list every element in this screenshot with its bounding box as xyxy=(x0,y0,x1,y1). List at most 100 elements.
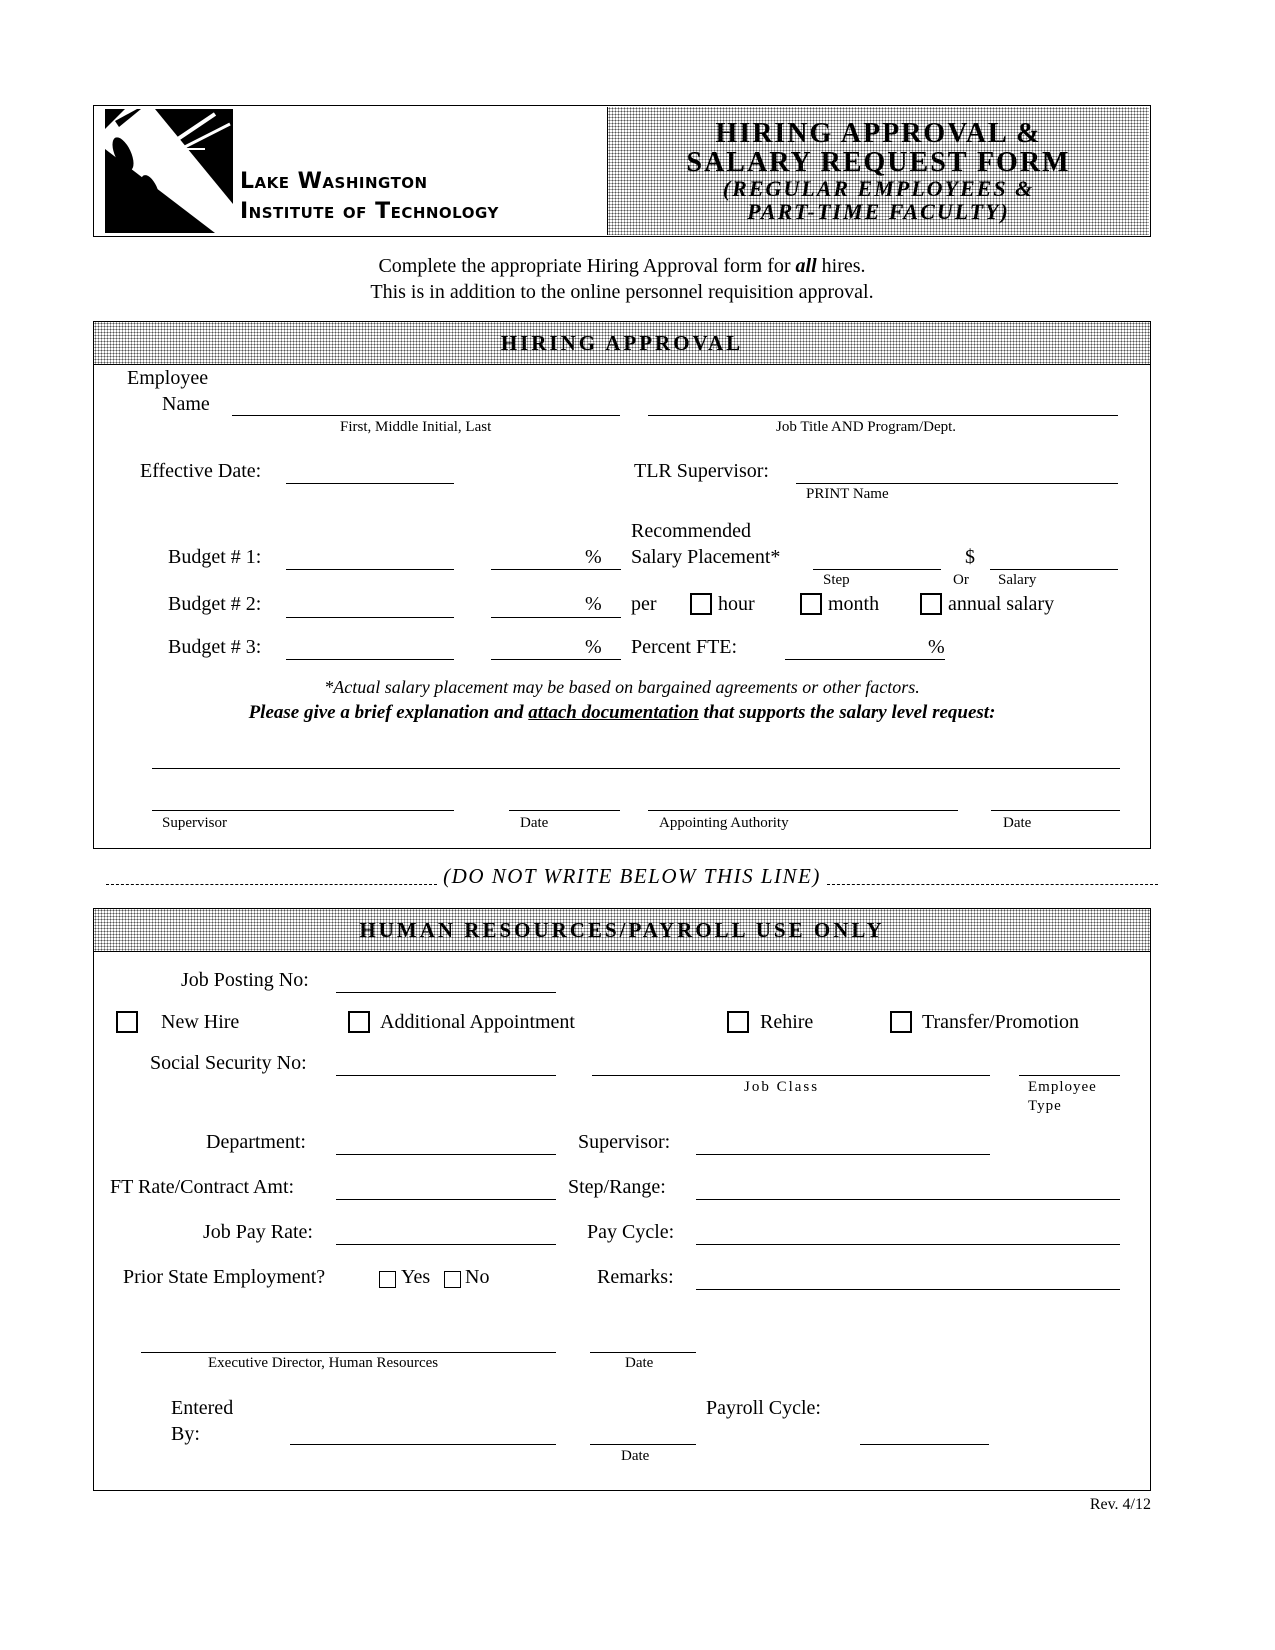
appointing-authority-field[interactable] xyxy=(648,810,958,811)
exec-director-signature-field[interactable] xyxy=(141,1352,556,1353)
form-title-line2: SALARY REQUEST FORM xyxy=(686,146,1071,178)
hiring-approval-header: HIRING APPROVAL xyxy=(93,321,1151,365)
intro-line1: Complete the appropriate Hiring Approval… xyxy=(93,253,1151,279)
step-range-field[interactable] xyxy=(696,1199,1120,1200)
effective-date-field[interactable] xyxy=(286,483,454,484)
logo-text: Lake Washington Institute of Technology xyxy=(240,167,499,227)
hr-title: HUMAN RESOURCES/PAYROLL USE ONLY xyxy=(359,917,885,942)
intro-line1-post: hires. xyxy=(816,255,866,277)
hour-checkbox[interactable] xyxy=(690,593,712,615)
budget1-percent-field[interactable] xyxy=(491,569,621,570)
form-title-panel: HIRING APPROVAL & SALARY REQUEST FORM (R… xyxy=(608,107,1149,235)
prior-state-no-label: No xyxy=(465,1266,490,1288)
payroll-cycle-field[interactable] xyxy=(860,1444,989,1445)
rehire-checkbox[interactable] xyxy=(727,1011,749,1033)
explanation-pre: Please give a brief explanation and xyxy=(248,702,529,723)
step-field[interactable] xyxy=(813,569,941,570)
prior-state-yes-label: Yes xyxy=(401,1266,431,1288)
job-class-field[interactable] xyxy=(592,1075,990,1076)
employee-name-label-2: Name xyxy=(162,393,210,415)
job-title-field[interactable] xyxy=(648,415,1118,416)
per-label: per xyxy=(631,593,657,615)
logo-line1: Lake Washington xyxy=(240,169,428,194)
budget3-percent-field[interactable] xyxy=(491,659,621,660)
supervisor-date-field[interactable] xyxy=(509,810,620,811)
ft-rate-field[interactable] xyxy=(336,1199,556,1200)
department-field[interactable] xyxy=(336,1154,556,1155)
rehire-label: Rehire xyxy=(760,1011,814,1033)
prior-state-no-checkbox[interactable] xyxy=(444,1271,461,1288)
budget2-percent-field[interactable] xyxy=(491,617,621,618)
job-pay-rate-field[interactable] xyxy=(336,1244,556,1245)
supervisor-signature-caption: Supervisor xyxy=(162,815,227,831)
print-name-caption: PRINT Name xyxy=(806,486,889,502)
prior-state-yes-checkbox[interactable] xyxy=(379,1271,396,1288)
month-checkbox[interactable] xyxy=(800,593,822,615)
tlr-supervisor-field[interactable] xyxy=(796,483,1118,484)
step-caption: Step xyxy=(823,572,850,588)
job-posting-field[interactable] xyxy=(336,992,556,993)
authority-date-field[interactable] xyxy=(991,810,1120,811)
employee-name-field[interactable] xyxy=(232,415,620,416)
employee-type-field[interactable] xyxy=(1019,1075,1120,1076)
explanation-field[interactable] xyxy=(152,768,1120,769)
step-range-label: Step/Range: xyxy=(568,1176,666,1198)
intro-line1-emphasis: all xyxy=(795,255,817,277)
supervisor-date-caption: Date xyxy=(520,815,549,831)
additional-appointment-checkbox[interactable] xyxy=(348,1011,370,1033)
salary-note: *Actual salary placement may be based on… xyxy=(324,677,920,697)
entered-by-field[interactable] xyxy=(290,1444,556,1445)
budget2-field[interactable] xyxy=(286,617,454,618)
remarks-field[interactable] xyxy=(696,1289,1120,1290)
supervisor-field[interactable] xyxy=(696,1154,990,1155)
budget3-field[interactable] xyxy=(286,659,454,660)
annual-salary-checkbox[interactable] xyxy=(920,593,942,615)
supervisor-signature-field[interactable] xyxy=(152,810,454,811)
intro-text: Complete the appropriate Hiring Approval… xyxy=(93,253,1151,305)
transfer-promotion-checkbox[interactable] xyxy=(890,1011,912,1033)
payroll-cycle-label: Payroll Cycle: xyxy=(706,1397,821,1419)
percent-fte-label: Percent FTE: xyxy=(631,636,738,658)
budget2-label: Budget # 2: xyxy=(168,593,262,615)
exec-director-caption: Executive Director, Human Resources xyxy=(208,1355,439,1371)
budget3-percent-sign: % xyxy=(585,636,602,658)
explanation-prompt: Please give a brief explanation and atta… xyxy=(93,702,1151,724)
dollar-sign: $ xyxy=(965,546,975,568)
employee-name-caption: First, Middle Initial, Last xyxy=(340,419,492,435)
form-subtitle-line1: (REGULAR EMPLOYEES & xyxy=(722,176,1035,202)
exec-director-date-field[interactable] xyxy=(590,1352,696,1353)
tlr-supervisor-label: TLR Supervisor: xyxy=(634,460,769,482)
pay-cycle-field[interactable] xyxy=(696,1244,1120,1245)
budget1-label: Budget # 1: xyxy=(168,546,262,568)
employee-type-caption-1: Employee xyxy=(1028,1079,1097,1095)
department-label: Department: xyxy=(206,1131,306,1153)
entered-date-caption: Date xyxy=(621,1448,650,1464)
percent-fte-field[interactable] xyxy=(785,659,945,660)
hiring-approval-section xyxy=(93,321,1151,849)
budget1-percent-sign: % xyxy=(585,546,602,568)
revision-label: Rev. 4/12 xyxy=(1089,1496,1151,1513)
or-caption: Or xyxy=(953,572,969,588)
authority-date-caption: Date xyxy=(1003,815,1032,831)
employee-type-caption-2: Type xyxy=(1028,1098,1062,1114)
ft-rate-label: FT Rate/Contract Amt: xyxy=(110,1176,295,1198)
logo: Lake Washington Institute of Technology xyxy=(95,107,608,235)
supervisor-label: Supervisor: xyxy=(578,1131,671,1153)
remarks-label: Remarks: xyxy=(597,1266,674,1288)
appointing-authority-caption: Appointing Authority xyxy=(659,815,789,831)
entered-date-field[interactable] xyxy=(590,1444,696,1445)
percent-fte-sign: % xyxy=(928,636,945,658)
intro-line2: This is in addition to the online person… xyxy=(370,281,874,303)
pay-cycle-label: Pay Cycle: xyxy=(587,1221,675,1243)
logo-line2: Institute of Technology xyxy=(240,199,499,224)
new-hire-checkbox[interactable] xyxy=(116,1011,138,1033)
budget3-label: Budget # 3: xyxy=(168,636,262,658)
new-hire-label: New Hire xyxy=(161,1011,240,1033)
prior-state-employment-label: Prior State Employment? xyxy=(123,1266,326,1288)
ssn-field[interactable] xyxy=(336,1075,556,1076)
salary-field[interactable] xyxy=(990,569,1118,570)
intro-line1-pre: Complete the appropriate Hiring Approval… xyxy=(378,255,796,277)
exec-director-date-caption: Date xyxy=(625,1355,654,1371)
hr-header: HUMAN RESOURCES/PAYROLL USE ONLY xyxy=(93,908,1151,952)
budget1-field[interactable] xyxy=(286,569,454,570)
